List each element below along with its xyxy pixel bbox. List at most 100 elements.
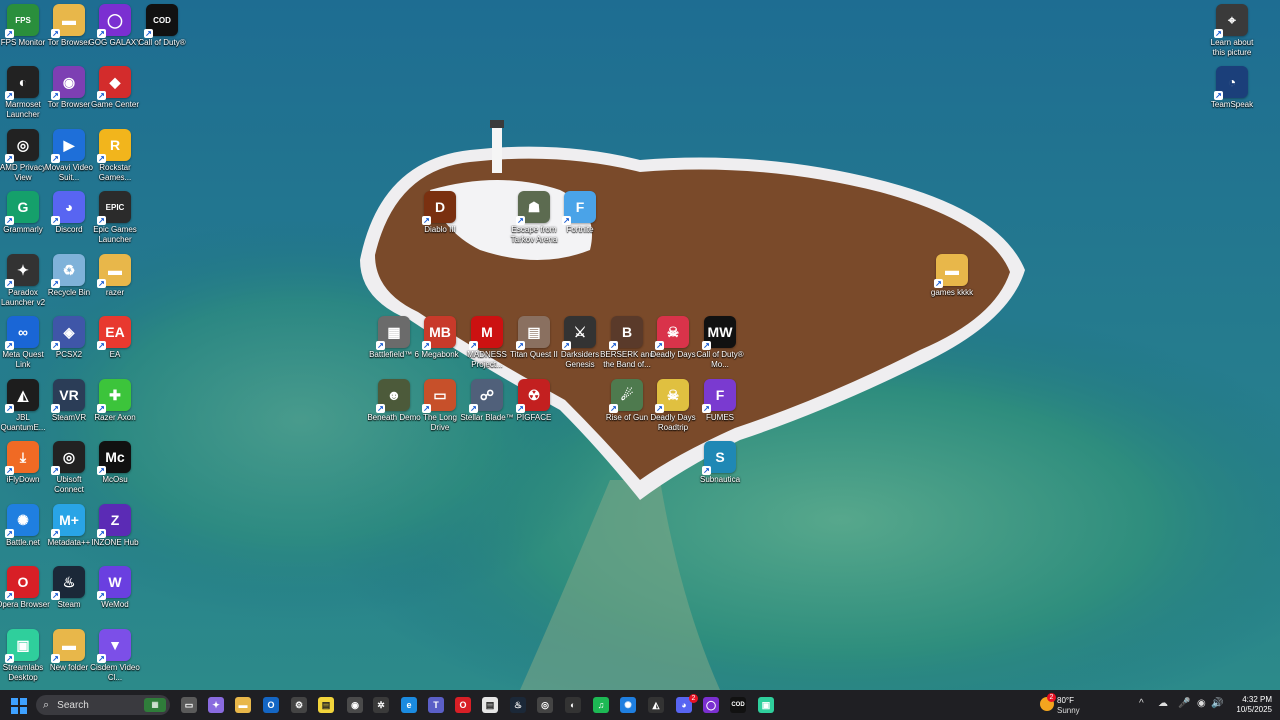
- gog-galaxy-icon: ◯ ↗: [97, 4, 131, 38]
- marmoset-launcher-icon: ◐ ↗: [5, 66, 39, 100]
- opera-icon[interactable]: O: [455, 697, 471, 713]
- razer-icon: ▬ ↗: [97, 254, 131, 288]
- desktop-icon-label: games kkkk: [930, 288, 974, 297]
- desktop-icon-learn-about-this-picture[interactable]: ⌖ ↗ Learn about this picture: [1205, 4, 1259, 58]
- desktop-icon-call-of-duty[interactable]: COD ↗ Call of Duty®: [135, 4, 189, 48]
- desktop-icon-mcosu[interactable]: Mc ↗ McOsu: [88, 441, 142, 485]
- games-kkkk-icon: ▬ ↗: [934, 254, 968, 288]
- copilot-icon[interactable]: ✦: [208, 697, 224, 713]
- shortcut-arrow-icon: ↗: [702, 466, 711, 475]
- gog-icon[interactable]: ◯: [703, 697, 719, 713]
- desktop-icon-the-long-drive[interactable]: ▭ ↗ The Long Drive: [413, 379, 467, 433]
- iflydown-icon: ⤓ ↗: [5, 441, 39, 475]
- shortcut-arrow-icon: ↗: [469, 404, 478, 413]
- desktop-icon-fumes[interactable]: F ↗ FUMES: [693, 379, 747, 423]
- cod-icon[interactable]: COD: [730, 697, 746, 713]
- desktop-icon-ea[interactable]: EA ↗ EA: [88, 316, 142, 360]
- shortcut-arrow-icon: ↗: [422, 404, 431, 413]
- search-box[interactable]: ⌕ Search ▦: [36, 695, 170, 715]
- desktop-icon-label: Epic Games Launcher: [93, 225, 137, 244]
- desktop-icon-label: Darksiders Genesis: [560, 350, 600, 369]
- shortcut-arrow-icon: ↗: [516, 404, 525, 413]
- volume-icon[interactable]: 🔊: [1211, 698, 1223, 709]
- shortcut-arrow-icon: ↗: [51, 654, 60, 663]
- system-clock[interactable]: 4:32 PM 10/5/2025: [1232, 695, 1272, 715]
- desktop-icon-razer-axon[interactable]: ✚ ↗ Razer Axon: [88, 379, 142, 423]
- file-explorer-icon[interactable]: ▬: [235, 697, 251, 713]
- desktop-icon-rockstar-games[interactable]: R ↗ Rockstar Games...: [88, 129, 142, 183]
- desktop-icon-darksiders-genesis[interactable]: ⚔ ↗ Darksiders Genesis: [553, 316, 607, 370]
- desktop-icon-subnautica[interactable]: S ↗ Subnautica: [693, 441, 747, 485]
- desktop-icon-label: EA: [109, 350, 121, 359]
- desktop-icon-label: GOG GALAXY: [88, 38, 142, 47]
- sticky-notes-icon[interactable]: ▤: [318, 697, 334, 713]
- shortcut-arrow-icon: ↗: [376, 404, 385, 413]
- cisdem-video-cl-icon: ▼ ↗: [97, 629, 131, 663]
- desktop-icon-fortnite[interactable]: F ↗ Fortnite: [553, 191, 607, 235]
- lens-icon[interactable]: ◐: [565, 697, 581, 713]
- streamlabs-desktop-icon: ▣ ↗: [5, 629, 39, 663]
- beneath-demo-icon: ☻ ↗: [376, 379, 410, 413]
- grammarly-icon: G ↗: [5, 191, 39, 225]
- battle-net-icon[interactable]: ✺: [620, 697, 636, 713]
- wifi-icon[interactable]: ◉: [1197, 698, 1206, 709]
- titan-quest-ii-icon: ▤ ↗: [516, 316, 550, 350]
- desktop-icon-epic-games-launcher[interactable]: EPIC ↗ Epic Games Launcher: [88, 191, 142, 245]
- shortcut-arrow-icon: ↗: [97, 466, 106, 475]
- shortcut-arrow-icon: ↗: [5, 654, 14, 663]
- task-view-icon[interactable]: ▭: [181, 697, 197, 713]
- clock-time: 4:32 PM: [1242, 695, 1272, 704]
- shortcut-arrow-icon: ↗: [516, 341, 525, 350]
- desktop-icon-razer[interactable]: ▬ ↗ razer: [88, 254, 142, 298]
- start-button[interactable]: [11, 698, 27, 714]
- desktop-icon-label: Call of Duty® Mo...: [696, 350, 744, 369]
- desktop-icon-teamspeak[interactable]: ◔ ↗ TeamSpeak: [1205, 66, 1259, 110]
- jbl-icon[interactable]: ◭: [648, 697, 664, 713]
- app-icon[interactable]: ✲: [373, 697, 389, 713]
- shortcut-arrow-icon: ↗: [516, 216, 525, 225]
- spotify-icon[interactable]: ♫: [593, 697, 609, 713]
- desktop-icon-madness-project[interactable]: M ↗ MADNESS Project...: [460, 316, 514, 370]
- show-hidden-icons-chevron-icon[interactable]: ^: [1139, 698, 1144, 709]
- shortcut-arrow-icon: ↗: [1214, 91, 1223, 100]
- desktop-icon-games-kkkk[interactable]: ▬ ↗ games kkkk: [925, 254, 979, 298]
- tor-browser-icon[interactable]: ◉: [347, 697, 363, 713]
- learn-about-this-picture-icon: ⌖ ↗: [1214, 4, 1248, 38]
- ubisoft-icon[interactable]: ◎: [537, 697, 553, 713]
- deadly-days-roadtrip-icon: ☠ ↗: [655, 379, 689, 413]
- desktop-icon-deadly-days[interactable]: ☠ ↗ Deadly Days: [646, 316, 700, 360]
- desktop-icon-cisdem-video-cl[interactable]: ▼ ↗ Cisdem Video Cl...: [88, 629, 142, 683]
- desktop-icon-inzone-hub[interactable]: Z ↗ INZONE Hub: [88, 504, 142, 548]
- microphone-icon[interactable]: 🎤: [1178, 698, 1190, 709]
- desktop-icon-megabonk[interactable]: MB ↗ Megabonk: [413, 316, 467, 360]
- settings-icon[interactable]: ⚙: [291, 697, 307, 713]
- edge-icon[interactable]: e: [401, 697, 417, 713]
- outlook-icon[interactable]: O: [263, 697, 279, 713]
- weather-widget[interactable]: 2 80°F Sunny: [1040, 693, 1100, 716]
- desktop-icon-pigface[interactable]: ☢ ↗ PIGFACE: [507, 379, 561, 423]
- streamlabs-icon[interactable]: ▣: [758, 697, 774, 713]
- desktop-icon-game-center[interactable]: ◆ ↗ Game Center: [88, 66, 142, 110]
- desktop-icon-label: TeamSpeak: [1210, 100, 1254, 109]
- desktop-icon-label: Cisdem Video Cl...: [90, 663, 140, 682]
- notepad-icon[interactable]: ▤: [482, 697, 498, 713]
- shortcut-arrow-icon: ↗: [5, 279, 14, 288]
- steam-icon[interactable]: ♨: [510, 697, 526, 713]
- shortcut-arrow-icon: ↗: [562, 341, 571, 350]
- desktop-icon-gog-galaxy[interactable]: ◯ ↗ GOG GALAXY: [88, 4, 142, 48]
- desktop-icon-wemod[interactable]: W ↗ WeMod: [88, 566, 142, 610]
- tor-browser-icon: ▬ ↗: [51, 4, 85, 38]
- berserk-and-the-band-of-icon: B ↗: [609, 316, 643, 350]
- desktop-icon-stellar-blade[interactable]: ☍ ↗ Stellar Blade™: [460, 379, 514, 423]
- teams-icon[interactable]: T: [428, 697, 444, 713]
- onedrive-icon[interactable]: ☁: [1158, 698, 1168, 709]
- shortcut-arrow-icon: ↗: [97, 341, 106, 350]
- desktop-icon-diablo-iii[interactable]: D ↗ Diablo III: [413, 191, 467, 235]
- movavi-video-suit-icon: ▶ ↗: [51, 129, 85, 163]
- desktop-icon-label: Learn about this picture: [1210, 38, 1254, 57]
- fumes-icon: F ↗: [702, 379, 736, 413]
- desktop-icon-deadly-days-roadtrip[interactable]: ☠ ↗ Deadly Days Roadtrip: [646, 379, 700, 433]
- shortcut-arrow-icon: ↗: [97, 154, 106, 163]
- desktop-icon-call-of-duty-mo[interactable]: MW ↗ Call of Duty® Mo...: [693, 316, 747, 370]
- desktop-icon-label: Call of Duty®: [138, 38, 186, 47]
